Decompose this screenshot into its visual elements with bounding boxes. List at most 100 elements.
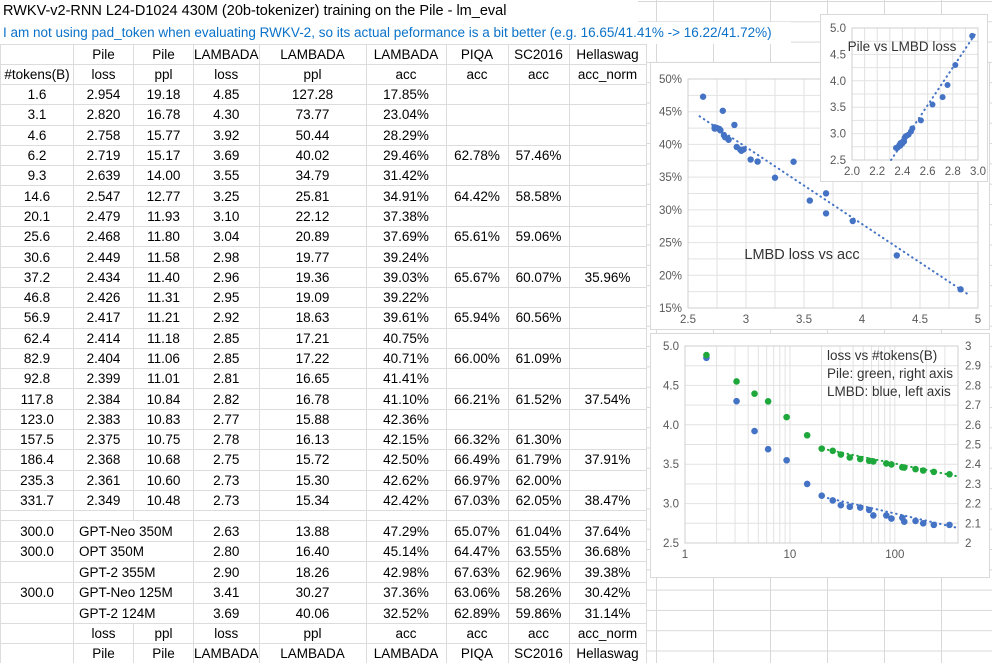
cell[interactable]: 42.62% <box>366 470 446 490</box>
cell[interactable] <box>508 247 569 267</box>
cell[interactable]: 10.75 <box>134 430 194 450</box>
cell[interactable] <box>569 166 646 186</box>
cell[interactable]: 1.6 <box>1 85 74 105</box>
cell[interactable]: Hellaswag <box>569 644 646 663</box>
cell[interactable]: 10.84 <box>134 389 194 409</box>
cell[interactable]: 65.67% <box>446 267 508 287</box>
cell[interactable]: 63.55% <box>508 541 569 562</box>
cell[interactable] <box>569 145 646 165</box>
cell[interactable] <box>508 369 569 389</box>
cell[interactable]: 41.10% <box>366 389 446 409</box>
cell[interactable]: acc <box>508 65 569 85</box>
cell[interactable]: 16.78 <box>134 105 194 125</box>
cell[interactable]: 30.27 <box>259 583 366 604</box>
cell[interactable]: loss <box>194 624 260 644</box>
cell[interactable]: 2.96 <box>194 267 260 287</box>
cell[interactable]: 60.56% <box>508 308 569 328</box>
cell[interactable]: 47.29% <box>366 521 446 542</box>
cell[interactable] <box>569 409 646 429</box>
cell[interactable]: 41.41% <box>366 369 446 389</box>
cell[interactable]: 46.8 <box>1 287 74 307</box>
cell[interactable]: 300.0 <box>1 583 74 604</box>
cell[interactable]: 2.758 <box>74 125 134 145</box>
cell[interactable]: 59.06% <box>508 227 569 247</box>
cell[interactable]: acc_norm <box>569 65 646 85</box>
cell[interactable]: Hellaswag <box>569 45 646 65</box>
cell[interactable]: 42.42% <box>366 490 446 510</box>
cell[interactable]: 11.01 <box>134 369 194 389</box>
cell[interactable]: 2.434 <box>74 267 134 287</box>
cell[interactable]: 3.69 <box>194 603 260 624</box>
cell[interactable]: 2.547 <box>74 186 134 206</box>
cell[interactable] <box>508 328 569 348</box>
cell[interactable]: 62.05% <box>508 490 569 510</box>
cell[interactable]: LAMBADA <box>259 45 366 65</box>
cell[interactable]: 31.14% <box>569 603 646 624</box>
cell[interactable] <box>446 287 508 307</box>
cell[interactable]: 66.32% <box>446 430 508 450</box>
cell[interactable] <box>194 511 260 521</box>
cell[interactable] <box>569 470 646 490</box>
cell[interactable] <box>508 206 569 226</box>
cell[interactable]: 66.49% <box>446 450 508 470</box>
cell[interactable] <box>446 247 508 267</box>
cell[interactable]: SC2016 <box>508 45 569 65</box>
cell[interactable]: 3.25 <box>194 186 260 206</box>
cell[interactable]: 2.820 <box>74 105 134 125</box>
cell[interactable] <box>446 206 508 226</box>
cell[interactable]: 14.00 <box>134 166 194 186</box>
sheet-title-cell[interactable]: RWKV-v2-RNN L24-D1024 430M (20b-tokenize… <box>0 0 573 22</box>
cell[interactable]: ppl <box>259 624 366 644</box>
cell[interactable]: 3.04 <box>194 227 260 247</box>
cell[interactable]: 123.0 <box>1 409 74 429</box>
cell[interactable]: 57.46% <box>508 145 569 165</box>
cell[interactable]: 19.18 <box>134 85 194 105</box>
cell[interactable]: 31.42% <box>366 166 446 186</box>
cell[interactable]: SC2016 <box>508 644 569 663</box>
cell[interactable]: 62.96% <box>508 562 569 583</box>
cell[interactable] <box>1 603 74 624</box>
cell[interactable]: 37.36% <box>366 583 446 604</box>
cell[interactable]: 61.09% <box>508 348 569 368</box>
cell[interactable]: 18.63 <box>259 308 366 328</box>
cell[interactable] <box>569 328 646 348</box>
cell[interactable]: 3.92 <box>194 125 260 145</box>
cell[interactable]: 3.10 <box>194 206 260 226</box>
cell[interactable]: 2.954 <box>74 85 134 105</box>
cell[interactable]: 2.95 <box>194 287 260 307</box>
cell[interactable]: 36.68% <box>569 541 646 562</box>
cell[interactable]: 42.98% <box>366 562 446 583</box>
cell[interactable]: 37.91% <box>569 450 646 470</box>
cell[interactable]: 19.36 <box>259 267 366 287</box>
cell[interactable] <box>569 227 646 247</box>
cell[interactable]: 4.6 <box>1 125 74 145</box>
cell[interactable]: 2.384 <box>74 389 134 409</box>
cell[interactable]: 20.1 <box>1 206 74 226</box>
cell[interactable]: 15.77 <box>134 125 194 145</box>
cell[interactable]: 15.34 <box>259 490 366 510</box>
cell[interactable]: 15.30 <box>259 470 366 490</box>
cell[interactable]: 20.89 <box>259 227 366 247</box>
cell[interactable]: Pile <box>134 644 194 663</box>
cell[interactable]: 2.92 <box>194 308 260 328</box>
cell[interactable]: 186.4 <box>1 450 74 470</box>
cell[interactable]: GPT-Neo 125M <box>74 583 194 604</box>
cell[interactable] <box>446 409 508 429</box>
cell[interactable]: 66.97% <box>446 470 508 490</box>
cell[interactable]: 39.61% <box>366 308 446 328</box>
cell[interactable]: 10.48 <box>134 490 194 510</box>
cell[interactable]: 65.61% <box>446 227 508 247</box>
cell[interactable] <box>508 511 569 521</box>
cell[interactable]: 15.88 <box>259 409 366 429</box>
cell[interactable]: ppl <box>134 65 194 85</box>
cell[interactable]: 19.09 <box>259 287 366 307</box>
cell[interactable] <box>569 308 646 328</box>
cell[interactable]: 2.368 <box>74 450 134 470</box>
cell[interactable]: 16.65 <box>259 369 366 389</box>
cell[interactable] <box>446 511 508 521</box>
cell[interactable]: 66.00% <box>446 348 508 368</box>
cell[interactable]: 2.75 <box>194 450 260 470</box>
sheet-note-cell[interactable]: I am not using pad_token when evaluating… <box>0 22 791 44</box>
cell[interactable]: 67.03% <box>446 490 508 510</box>
cell[interactable]: PIQA <box>446 45 508 65</box>
